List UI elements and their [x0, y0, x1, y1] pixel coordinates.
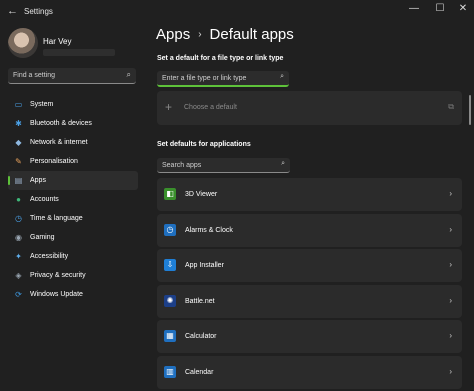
window-title: Settings	[24, 7, 53, 16]
sidebar-item-privacy-security[interactable]: ◈ Privacy & security	[8, 266, 138, 285]
choose-default-card: + Choose a default ⧉	[157, 91, 462, 125]
app-row-label: Calculator	[185, 333, 217, 340]
search-icon[interactable]: ⌕	[127, 70, 131, 80]
sidebar-item-label: Bluetooth & devices	[30, 120, 92, 127]
calendar-icon: ▥	[164, 365, 176, 378]
time-language-icon: ◷	[15, 214, 22, 223]
sidebar-item-accessibility[interactable]: ✦ Accessibility	[8, 247, 138, 266]
personalisation-icon: ✎	[15, 157, 22, 166]
chevron-right-icon: ›	[449, 260, 452, 269]
app-installer-icon: ⇩	[164, 259, 176, 271]
filetype-input-placeholder: Enter a file type or link type	[162, 75, 247, 82]
choose-default-label: Choose a default	[184, 104, 237, 111]
accessibility-icon: ✦	[15, 252, 22, 261]
app-row-label: Battle.net	[185, 297, 215, 305]
filetype-section-heading: Set a default for a file type or link ty…	[157, 55, 284, 62]
chevron-right-icon: ›	[449, 295, 452, 305]
system-icon: ▭	[14, 100, 23, 109]
app-row-3d-viewer[interactable]: ◧ 3D Viewer ›	[157, 178, 462, 211]
chevron-right-icon: ›	[449, 189, 452, 198]
avatar	[8, 28, 38, 58]
minimize-icon[interactable]: —	[403, 3, 425, 14]
sidebar-item-network-internet[interactable]: ◆ Network & internet	[8, 133, 138, 152]
app-row-label: 3D Viewer	[185, 191, 218, 198]
app-row-battle-net[interactable]: ✺ Battle.net ›	[157, 284, 462, 318]
chevron-right-icon: ›	[449, 366, 452, 376]
sidebar-item-time-language[interactable]: ◷ Time & language	[8, 209, 138, 228]
breadcrumb-apps[interactable]: Apps	[156, 26, 190, 43]
applications-section-heading: Set defaults for applications	[157, 141, 251, 148]
network-internet-icon: ◆	[15, 138, 22, 147]
title-bar: ← Settings — ☐ ✕	[0, 0, 474, 24]
sidebar-item-label: Accessibility	[30, 253, 69, 260]
sidebar-item-label: System	[30, 101, 54, 108]
sidebar-item-gaming[interactable]: ◉ Gaming	[8, 228, 138, 247]
sidebar-item-label: Windows Update	[30, 291, 83, 298]
sidebar-item-system[interactable]: ▭ System	[8, 95, 138, 114]
chevron-right-icon: ›	[449, 224, 452, 234]
sidebar-item-bluetooth-devices[interactable]: ✱ Bluetooth & devices	[8, 114, 138, 133]
maximize-icon[interactable]: ☐	[429, 3, 451, 14]
app-row-label: App Installer	[185, 262, 224, 269]
app-row-label: Alarms & Clock	[185, 226, 233, 234]
close-icon[interactable]: ✕	[452, 3, 474, 14]
search-icon: ⌕	[280, 73, 284, 80]
3d-viewer-icon: ◧	[164, 188, 176, 200]
sidebar-item-label: Apps	[30, 177, 46, 184]
privacy-security-icon: ◈	[15, 271, 22, 280]
calculator-icon: ▦	[164, 330, 176, 342]
open-external-icon: ⧉	[448, 102, 454, 111]
sidebar-item-label: Gaming	[30, 234, 55, 241]
sidebar-item-label: Network & internet	[30, 139, 88, 146]
sidebar-item-personalisation[interactable]: ✎ Personalisation	[8, 152, 138, 171]
filetype-input[interactable]: Enter a file type or link type ⌕	[157, 71, 289, 87]
plus-icon: +	[165, 100, 173, 114]
accounts-icon: ●	[16, 195, 21, 204]
gaming-icon: ◉	[15, 233, 22, 242]
sidebar-item-apps[interactable]: ▤ Apps	[8, 171, 138, 190]
search-apps-placeholder: Search apps	[162, 162, 202, 169]
sidebar-item-windows-update[interactable]: ⟳ Windows Update	[8, 285, 138, 304]
battle-net-icon: ✺	[164, 294, 176, 307]
sidebar-item-label: Accounts	[30, 196, 59, 203]
app-row-calendar[interactable]: ▥ Calendar ›	[157, 355, 462, 389]
page-title: Default apps	[209, 26, 294, 43]
app-list: ◧ 3D Viewer › ◷ Alarms & Clock › ⇩ App Installe…	[157, 178, 462, 391]
app-row-calculator[interactable]: ▦ Calculator ›	[157, 320, 462, 353]
breadcrumb: Apps › Default apps	[156, 26, 294, 43]
bluetooth-devices-icon: ✱	[15, 119, 22, 128]
back-arrow-icon[interactable]: ←	[7, 5, 18, 17]
windows-update-icon: ⟳	[15, 290, 22, 299]
sidebar-nav: ▭ System ✱ Bluetooth & devices ◆ Network & in…	[8, 95, 138, 304]
scrollbar[interactable]	[469, 95, 471, 125]
sidebar-item-label: Personalisation	[30, 158, 78, 165]
find-setting-placeholder: Find a setting	[13, 72, 56, 79]
sidebar-item-accounts[interactable]: ● Accounts	[8, 190, 138, 209]
app-row-app-installer[interactable]: ⇩ App Installer ›	[157, 249, 462, 282]
alarms-clock-icon: ◷	[164, 223, 176, 236]
sidebar-item-label: Time & language	[30, 215, 83, 222]
search-icon: ⌕	[281, 160, 285, 167]
find-setting-search[interactable]: Find a setting ⌕	[8, 68, 136, 84]
sidebar-item-label: Privacy & security	[30, 272, 86, 279]
app-row-alarms-clock[interactable]: ◷ Alarms & Clock ›	[157, 213, 462, 247]
apps-icon: ▤	[14, 176, 23, 185]
search-apps-input[interactable]: Search apps ⌕	[157, 158, 290, 173]
user-email-redacted	[43, 49, 115, 56]
app-row-label: Calendar	[185, 368, 214, 376]
chevron-right-icon: ›	[198, 29, 202, 40]
chevron-right-icon: ›	[449, 331, 452, 340]
user-name: Har Vey	[43, 37, 72, 46]
